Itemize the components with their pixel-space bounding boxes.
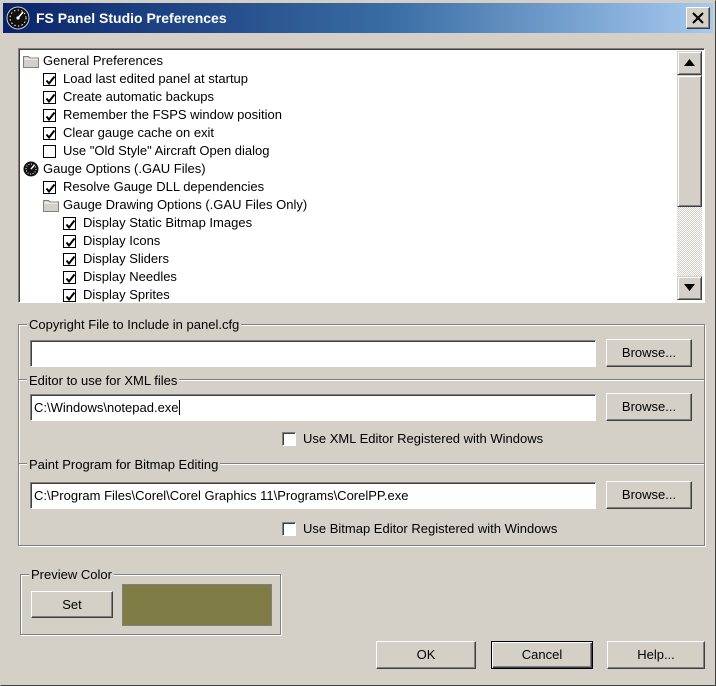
copyright-file-input[interactable] [30, 340, 596, 367]
gauge-icon [23, 161, 39, 177]
scroll-up-button[interactable] [677, 51, 702, 75]
arrow-up-icon [684, 59, 695, 66]
close-button[interactable] [686, 7, 710, 29]
checkbox[interactable] [63, 235, 76, 248]
title-bar[interactable]: FS Panel Studio Preferences [3, 3, 713, 33]
tree-item-label: Display Sprites [83, 287, 170, 302]
checkbox[interactable] [63, 217, 76, 230]
cancel-button[interactable]: Cancel [491, 641, 593, 669]
tree-item-label: Resolve Gauge DLL dependencies [63, 179, 265, 194]
copyright-label: Copyright File to Include in panel.cfg [27, 317, 242, 332]
ok-button[interactable]: OK [376, 641, 476, 669]
checkbox[interactable] [282, 432, 296, 446]
checkbox[interactable] [43, 91, 56, 104]
close-icon [692, 12, 704, 24]
checkbox[interactable] [43, 73, 56, 86]
tree-item-label: Display Icons [83, 233, 161, 248]
tree-item-label: Remember the FSPS window position [63, 107, 282, 122]
checkbox[interactable] [63, 289, 76, 302]
help-button[interactable]: Help... [607, 641, 705, 669]
checkbox[interactable] [43, 145, 56, 158]
tree-item-label: Display Needles [83, 269, 177, 284]
preferences-tree[interactable]: General Preferences Load last edited pane… [18, 48, 705, 303]
xml-browse-button[interactable]: Browse... [606, 393, 692, 421]
checkbox[interactable] [63, 271, 76, 284]
xml-editor-label: Editor to use for XML files [27, 373, 180, 388]
checkbox[interactable] [43, 181, 56, 194]
tree-item-label: General Preferences [43, 53, 163, 68]
checkbox[interactable] [282, 522, 296, 536]
preview-color-label: Preview Color [29, 567, 114, 582]
paint-program-input[interactable]: C:\Program Files\Corel\Corel Graphics 11… [30, 482, 596, 509]
checkbox-label: Use XML Editor Registered with Windows [303, 431, 544, 446]
tree-item-label: Gauge Drawing Options (.GAU Files Only) [63, 197, 308, 212]
gauge-app-icon [6, 6, 30, 30]
xml-editor-input[interactable]: C:\Windows\notepad.exe [30, 394, 596, 421]
tree-item-label: Load last edited panel at startup [63, 71, 249, 86]
arrow-down-icon [684, 284, 695, 291]
tree-item-label: Create automatic backups [63, 89, 215, 104]
preferences-dialog: FS Panel Studio Preferences General Pref… [0, 0, 716, 686]
scroll-thumb[interactable] [677, 75, 702, 207]
window-title: FS Panel Studio Preferences [36, 10, 227, 26]
checkbox[interactable] [43, 127, 56, 140]
tree-item-label: Display Static Bitmap Images [83, 215, 253, 230]
tree-item-label: Use "Old Style" Aircraft Open dialog [63, 143, 270, 158]
tree-scrollbar[interactable] [677, 51, 702, 300]
checkbox[interactable] [63, 253, 76, 266]
text-caret [178, 400, 180, 415]
copyright-browse-button[interactable]: Browse... [606, 339, 692, 367]
preview-color-swatch [122, 584, 272, 626]
set-color-button[interactable]: Set [31, 591, 113, 618]
tree-item-label: Display Sliders [83, 251, 169, 266]
folder-icon [43, 198, 59, 212]
folder-icon [23, 54, 39, 68]
tree-item-label: Clear gauge cache on exit [63, 125, 215, 140]
paint-program-label: Paint Program for Bitmap Editing [27, 457, 221, 472]
tree-item-label: Gauge Options (.GAU Files) [43, 161, 206, 176]
checkbox-label: Use Bitmap Editor Registered with Window… [303, 521, 558, 536]
paint-browse-button[interactable]: Browse... [606, 481, 692, 509]
scroll-down-button[interactable] [677, 276, 702, 300]
checkbox[interactable] [43, 109, 56, 122]
